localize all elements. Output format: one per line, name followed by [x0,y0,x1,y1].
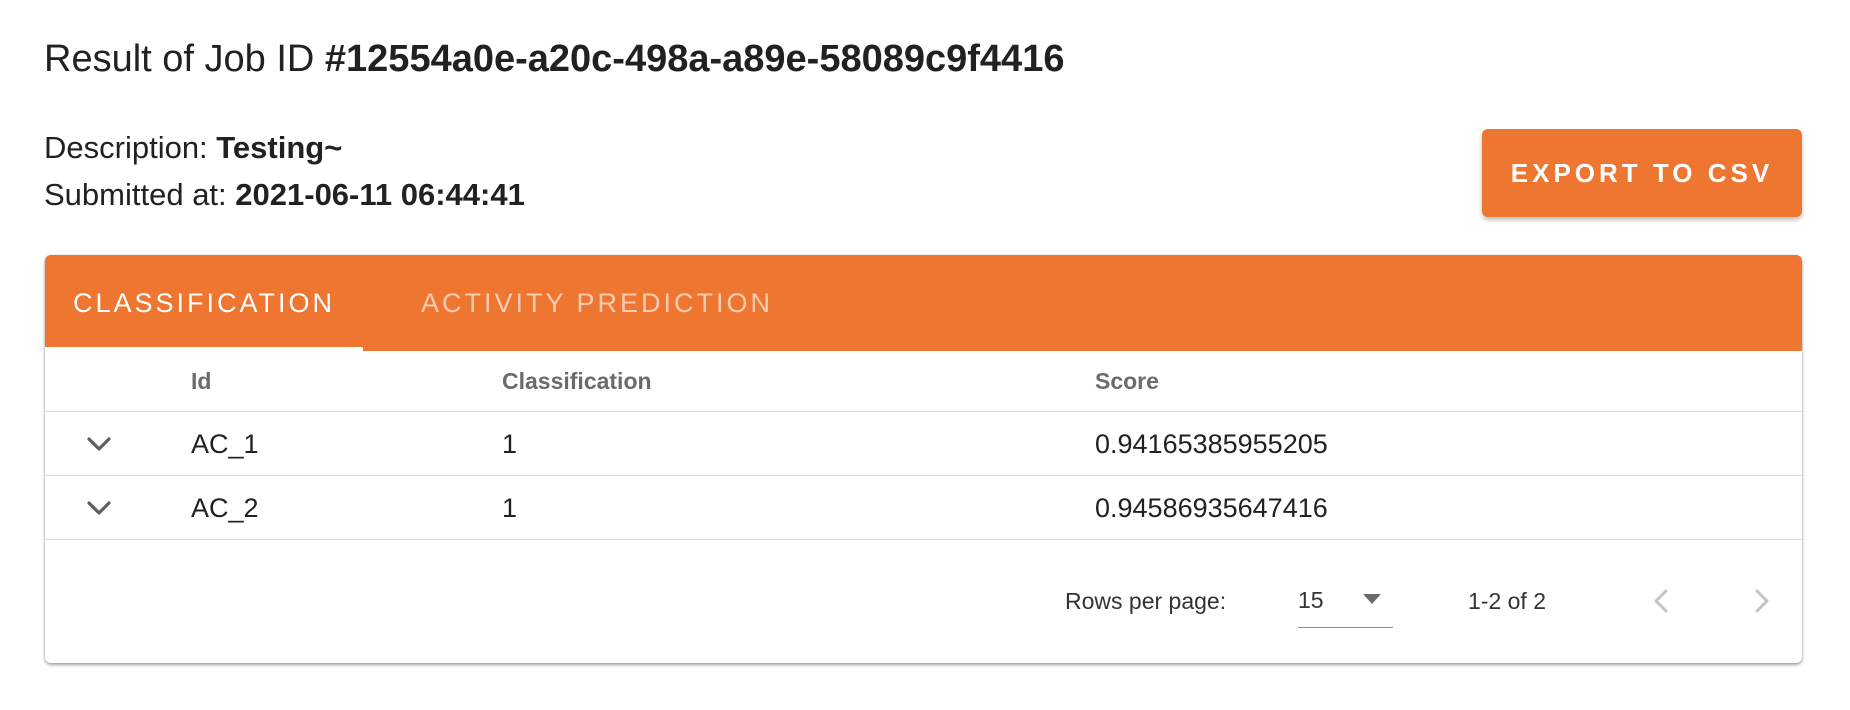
caret-down-icon [1362,592,1382,610]
cell-classification: 1 [502,429,518,459]
column-header-classification[interactable]: Classification [502,351,652,412]
rows-per-page-value: 15 [1298,587,1324,613]
cell-id: AC_1 [191,429,259,459]
column-header-score[interactable]: Score [1095,351,1159,412]
submitted-line: Submitted at: 2021-06-11 06:44:41 [44,177,525,213]
description-line: Description: Testing~ [44,130,342,166]
cell-score: 0.94165385955205 [1095,429,1328,459]
export-csv-button[interactable]: EXPORT TO CSV [1482,129,1802,217]
table-header: Id Classification Score [45,351,1802,412]
chevron-right-icon[interactable] [1742,581,1782,621]
table-pagination: Rows per page: 15 1-2 of 2 [45,540,1802,663]
table-row[interactable]: AC_2 1 0.94586935647416 [45,476,1802,540]
tab-classification[interactable]: CLASSIFICATION [45,255,363,351]
submitted-value: 2021-06-11 06:44:41 [235,177,525,212]
chevron-left-icon[interactable] [1641,581,1681,621]
rows-per-page-label: Rows per page: [1065,588,1227,614]
column-header-id[interactable]: Id [191,351,211,412]
page-title: Result of Job ID #12554a0e-a20c-498a-a89… [44,38,1064,81]
cell-id: AC_2 [191,493,259,523]
table-row[interactable]: AC_1 1 0.94165385955205 [45,412,1802,476]
page-title-prefix: Result of Job ID [44,38,325,80]
description-value: Testing~ [216,130,343,165]
job-id: #12554a0e-a20c-498a-a89e-58089c9f4416 [324,38,1065,80]
job-result-page: Result of Job ID #12554a0e-a20c-498a-a89… [0,0,1850,710]
cell-score: 0.94586935647416 [1095,493,1328,523]
tab-bar: CLASSIFICATION ACTIVITY PREDICTION [45,255,1802,351]
results-card: CLASSIFICATION ACTIVITY PREDICTION Id Cl… [45,255,1802,663]
description-label: Description: [44,130,217,165]
rows-per-page-select[interactable]: 15 [1298,572,1393,628]
submitted-label: Submitted at: [44,177,236,212]
tab-activity-prediction[interactable]: ACTIVITY PREDICTION [407,255,787,351]
chevron-down-icon[interactable] [81,426,117,462]
cell-classification: 1 [502,493,518,523]
chevron-down-icon[interactable] [81,490,117,526]
pagination-range: 1-2 of 2 [1468,588,1546,614]
